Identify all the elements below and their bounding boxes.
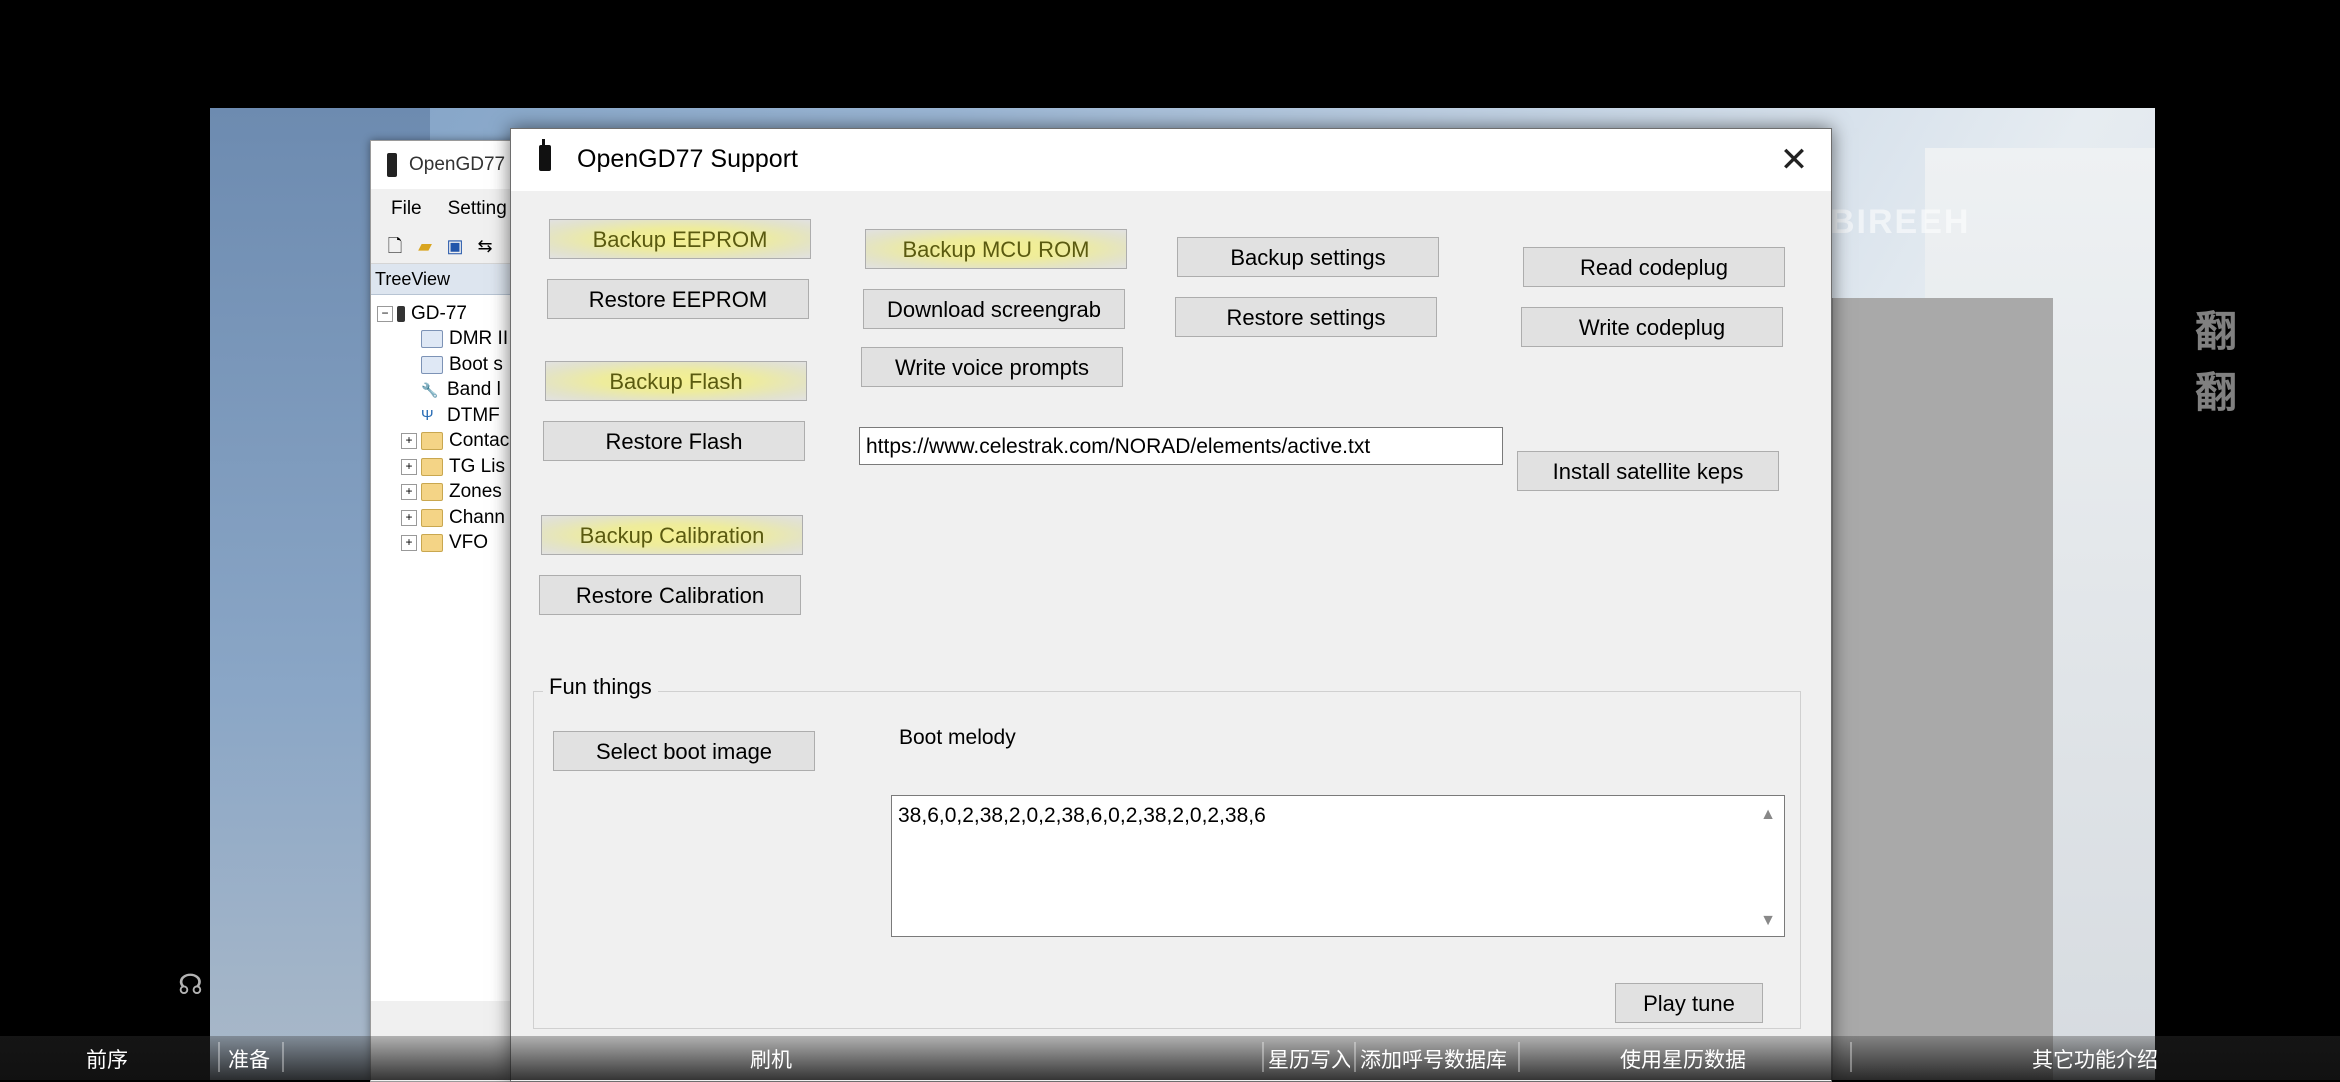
boot-melody-value: 38,6,0,2,38,2,0,2,38,6,0,2,38,2,0,2,38,6 xyxy=(898,804,1266,827)
connect-icon[interactable]: ⇆ xyxy=(475,236,495,256)
new-file-icon[interactable]: 🗋 xyxy=(385,236,405,256)
tree-node-label: Boot s xyxy=(449,353,503,375)
backup-settings-button[interactable]: Backup settings xyxy=(1177,237,1439,277)
radio-icon xyxy=(539,139,551,171)
read-codeplug-button[interactable]: Read codeplug xyxy=(1523,247,1785,287)
menu-setting[interactable]: Setting xyxy=(448,198,507,220)
document-icon xyxy=(421,355,443,374)
dialog-titlebar: OpenGD77 Support ✕ xyxy=(511,129,1831,191)
download-screengrab-button[interactable]: Download screengrab xyxy=(863,289,1125,329)
boot-melody-textarea[interactable]: 38,6,0,2,38,2,0,2,38,6,0,2,38,2,0,2,38,6… xyxy=(891,795,1785,937)
chapter-divider xyxy=(1354,1042,1356,1072)
chapter-item[interactable]: 刷机 xyxy=(750,1044,792,1074)
watermark-logo: 翻翻 xyxy=(2195,308,2238,416)
expand-icon[interactable]: + xyxy=(401,484,417,501)
select-boot-image-button[interactable]: Select boot image xyxy=(553,731,815,771)
antenna-icon: Ψ xyxy=(421,406,434,424)
tree-node-zones[interactable]: + Zones xyxy=(371,480,511,506)
expand-icon[interactable]: + xyxy=(401,433,417,450)
folder-icon xyxy=(421,508,443,527)
chapter-item[interactable]: 前序 xyxy=(86,1044,128,1074)
support-dialog: OpenGD77 Support ✕ Backup EEPROM Restore… xyxy=(510,128,1832,1082)
tree-node-dtmf[interactable]: Ψ DTMF xyxy=(371,403,511,429)
tree-node-gd77[interactable]: − GD-77 xyxy=(371,301,511,327)
chapter-divider xyxy=(218,1042,220,1072)
boot-melody-label: Boot melody xyxy=(899,726,1016,749)
restore-calibration-button[interactable]: Restore Calibration xyxy=(539,575,801,615)
fun-things-label: Fun things xyxy=(543,674,658,700)
tree-node-label: TG Lis xyxy=(449,455,505,477)
close-icon[interactable]: ✕ xyxy=(1771,137,1817,183)
write-voice-prompts-button[interactable]: Write voice prompts xyxy=(861,347,1123,387)
scroll-up-icon[interactable]: ▲ xyxy=(1760,806,1776,824)
chapter-item[interactable]: 添加呼号数据库 xyxy=(1360,1044,1514,1074)
watermark: BIREEH xyxy=(1830,203,1971,241)
tree-node-boot[interactable]: Boot s xyxy=(371,352,511,378)
tree-node-channels[interactable]: + Chann xyxy=(371,505,511,531)
keps-url-input[interactable]: https://www.celestrak.com/NORAD/elements… xyxy=(859,427,1503,465)
open-folder-icon[interactable]: ▰ xyxy=(415,236,435,256)
chapter-item[interactable]: 其它功能介绍 xyxy=(2032,1044,2158,1074)
backup-mcu-rom-button[interactable]: Backup MCU ROM xyxy=(865,229,1127,269)
tree-node-contacts[interactable]: + Contac xyxy=(371,429,511,455)
radio-icon xyxy=(397,305,405,322)
restore-eeprom-button[interactable]: Restore EEPROM xyxy=(547,279,809,319)
install-satellite-keps-button[interactable]: Install satellite keps xyxy=(1517,451,1779,491)
restore-flash-button[interactable]: Restore Flash xyxy=(543,421,805,461)
save-icon[interactable]: ▣ xyxy=(445,236,465,256)
dialog-title: OpenGD77 Support xyxy=(577,145,798,173)
backup-calibration-button[interactable]: Backup Calibration xyxy=(541,515,803,555)
expand-icon[interactable]: + xyxy=(401,535,417,552)
chapter-item[interactable]: 使用星历数据 xyxy=(1620,1044,1746,1074)
backup-eeprom-button[interactable]: Backup EEPROM xyxy=(549,219,811,259)
tree-node-label: Band l xyxy=(447,379,501,401)
folder-icon xyxy=(421,483,443,502)
restore-settings-button[interactable]: Restore settings xyxy=(1175,297,1437,337)
chapter-bar: 前序 准备 刷机 星历写入 添加呼号数据库 使用星历数据 其它功能介绍 xyxy=(0,1036,2340,1080)
tree-node-label: DMR II xyxy=(449,328,509,350)
user-icon: ☊ xyxy=(178,969,203,1000)
chapter-item[interactable]: 准备 xyxy=(228,1044,270,1074)
tree-view: − GD-77 DMR II Boot s 🔧 Band l Ψ DTMF + … xyxy=(371,295,511,1001)
scroll-down-icon[interactable]: ▼ xyxy=(1760,912,1776,930)
tree-node-label: GD-77 xyxy=(411,302,467,324)
app-icon xyxy=(387,153,397,177)
tree-node-label: Chann xyxy=(449,506,505,528)
chapter-divider xyxy=(282,1042,284,1072)
tree-node-vfo[interactable]: + VFO xyxy=(371,531,511,557)
tree-node-dmr[interactable]: DMR II xyxy=(371,327,511,353)
chapter-item[interactable]: 星历写入 xyxy=(1268,1044,1350,1074)
folder-icon xyxy=(421,432,443,451)
chapter-divider xyxy=(1850,1042,1852,1072)
play-tune-button[interactable]: Play tune xyxy=(1615,983,1763,1023)
tree-node-label: VFO xyxy=(449,532,489,554)
tree-node-label: Contac xyxy=(449,430,510,452)
wrench-icon: 🔧 xyxy=(421,382,439,399)
expand-icon[interactable]: + xyxy=(401,458,417,475)
chapter-divider xyxy=(1518,1042,1520,1072)
tree-node-tg-lists[interactable]: + TG Lis xyxy=(371,454,511,480)
main-window-right-panel xyxy=(1830,298,2053,1080)
collapse-icon[interactable]: − xyxy=(377,305,393,322)
tree-node-band[interactable]: 🔧 Band l xyxy=(371,378,511,404)
expand-icon[interactable]: + xyxy=(401,509,417,526)
tree-node-label: Zones xyxy=(449,481,502,503)
tree-node-label: DTMF xyxy=(447,404,500,426)
folder-icon xyxy=(421,534,443,553)
treeview-header: TreeView xyxy=(371,264,515,295)
backup-flash-button[interactable]: Backup Flash xyxy=(545,361,807,401)
menu-file[interactable]: File xyxy=(391,198,422,220)
chapter-divider xyxy=(1262,1042,1264,1072)
main-window-title: OpenGD77 C xyxy=(409,154,525,175)
folder-icon xyxy=(421,457,443,476)
document-icon xyxy=(421,330,443,349)
write-codeplug-button[interactable]: Write codeplug xyxy=(1521,307,1783,347)
